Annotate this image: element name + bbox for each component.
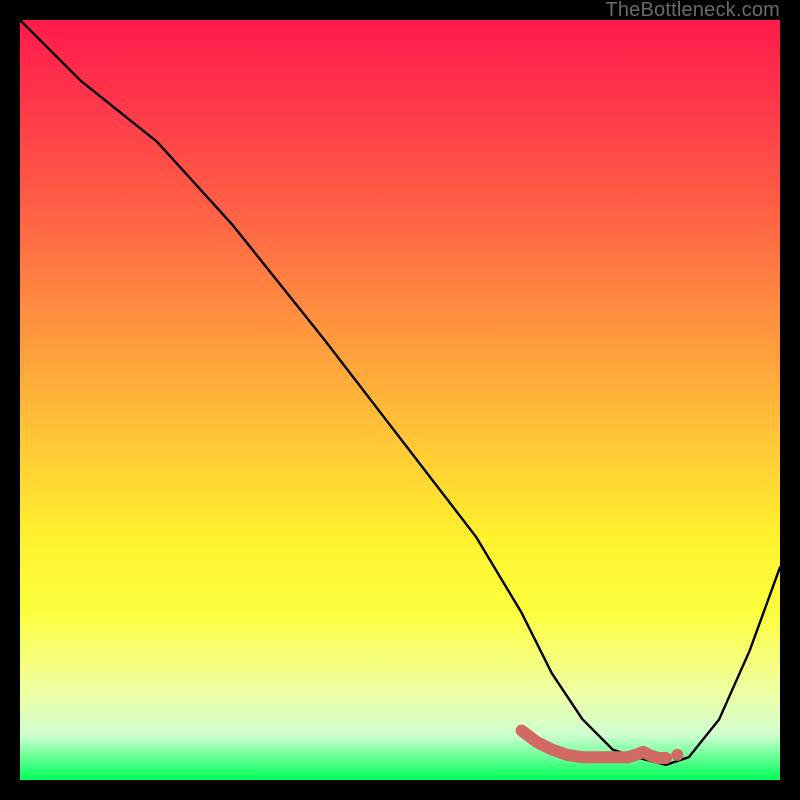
- highlight-point: [671, 749, 683, 761]
- chart-area: [20, 20, 780, 780]
- highlight-segment: [522, 731, 666, 758]
- main-curve: [20, 20, 780, 765]
- chart-svg: [20, 20, 780, 780]
- watermark-text: TheBottleneck.com: [605, 0, 780, 20]
